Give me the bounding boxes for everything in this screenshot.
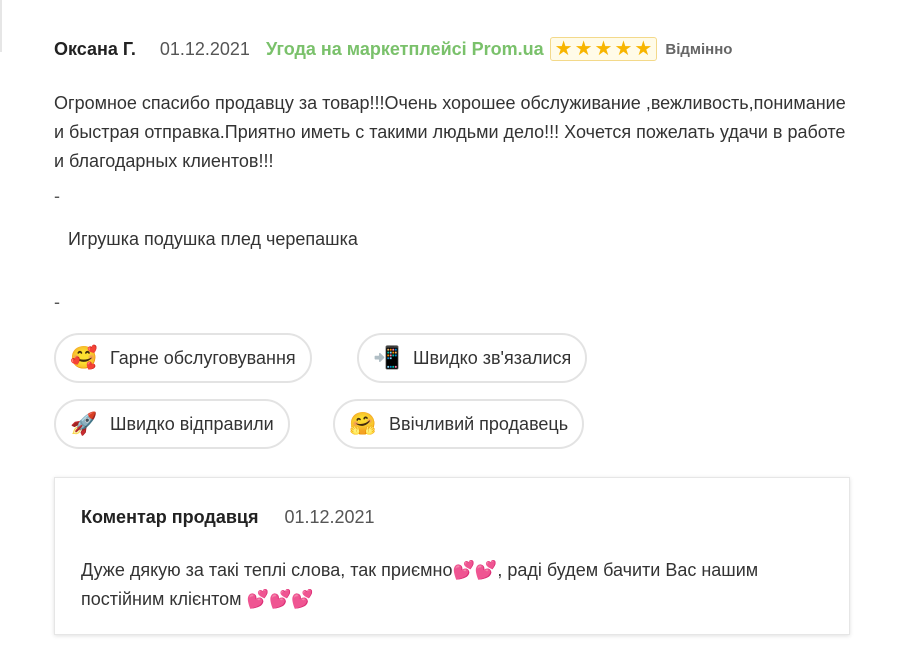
tag-label: Швидко відправили bbox=[110, 413, 274, 434]
star-icon: ★ bbox=[554, 38, 573, 60]
tag-label: Гарне обслуговування bbox=[110, 347, 296, 368]
marketplace-deal-link[interactable]: Угода на маркетплейсі Prom.ua bbox=[266, 39, 544, 60]
review-author: Оксана Г. bbox=[54, 38, 136, 59]
seller-comment: Коментар продавця 01.12.2021 Дуже дякую … bbox=[54, 477, 850, 635]
tag-label: Ввічливий продавець bbox=[389, 413, 569, 434]
two-hearts-icon: 💕💕 bbox=[452, 560, 498, 581]
review-header: Оксана Г. 01.12.2021 Угода на маркетплей… bbox=[54, 36, 732, 62]
smiling-face-with-hearts-icon: 🥰 bbox=[70, 345, 98, 371]
review-card: Оксана Г. 01.12.2021 Угода на маркетплей… bbox=[0, 0, 904, 658]
seller-comment-title: Коментар продавця bbox=[81, 507, 259, 527]
separator-dash: - bbox=[54, 186, 60, 206]
review-date: 01.12.2021 bbox=[159, 38, 250, 59]
seller-comment-date: 01.12.2021 bbox=[284, 507, 375, 527]
tag-good-service: 🥰 Гарне обслуговування bbox=[54, 333, 312, 383]
tag-polite-seller: 🤗 Ввічливий продавець bbox=[333, 399, 585, 449]
seller-comment-text: Дуже дякую за такі теплі слова, так приє… bbox=[81, 556, 821, 614]
rating-stars: ★ ★ ★ ★ ★ bbox=[549, 37, 658, 61]
tag-quick-shipping: 🚀 Швидко відправили bbox=[54, 399, 290, 449]
hugging-face-icon: 🤗 bbox=[349, 411, 377, 437]
rocket-icon: 🚀 bbox=[70, 411, 98, 437]
separator-dash: - bbox=[54, 292, 60, 312]
review-text: Огромное спасибо продавцу за товар!!!Оче… bbox=[54, 93, 846, 171]
mobile-phone-arrow-icon: 📲 bbox=[373, 345, 401, 371]
star-icon: ★ bbox=[594, 38, 613, 60]
star-icon: ★ bbox=[614, 38, 633, 60]
tag-label: Швидко зв'язалися bbox=[413, 347, 572, 368]
star-icon: ★ bbox=[634, 38, 653, 60]
star-icon: ★ bbox=[574, 38, 593, 60]
seller-comment-text-part: Дуже дякую за такі теплі слова, так приє… bbox=[81, 560, 453, 580]
tag-quick-contact: 📲 Швидко зв'язалися bbox=[357, 333, 588, 383]
two-hearts-icon: 💕💕💕 bbox=[246, 589, 314, 610]
seller-comment-header: Коментар продавця 01.12.2021 bbox=[81, 507, 375, 528]
rating-label: Відмінно bbox=[665, 40, 733, 58]
product-name[interactable]: Игрушка подушка плед черепашка bbox=[68, 229, 358, 250]
